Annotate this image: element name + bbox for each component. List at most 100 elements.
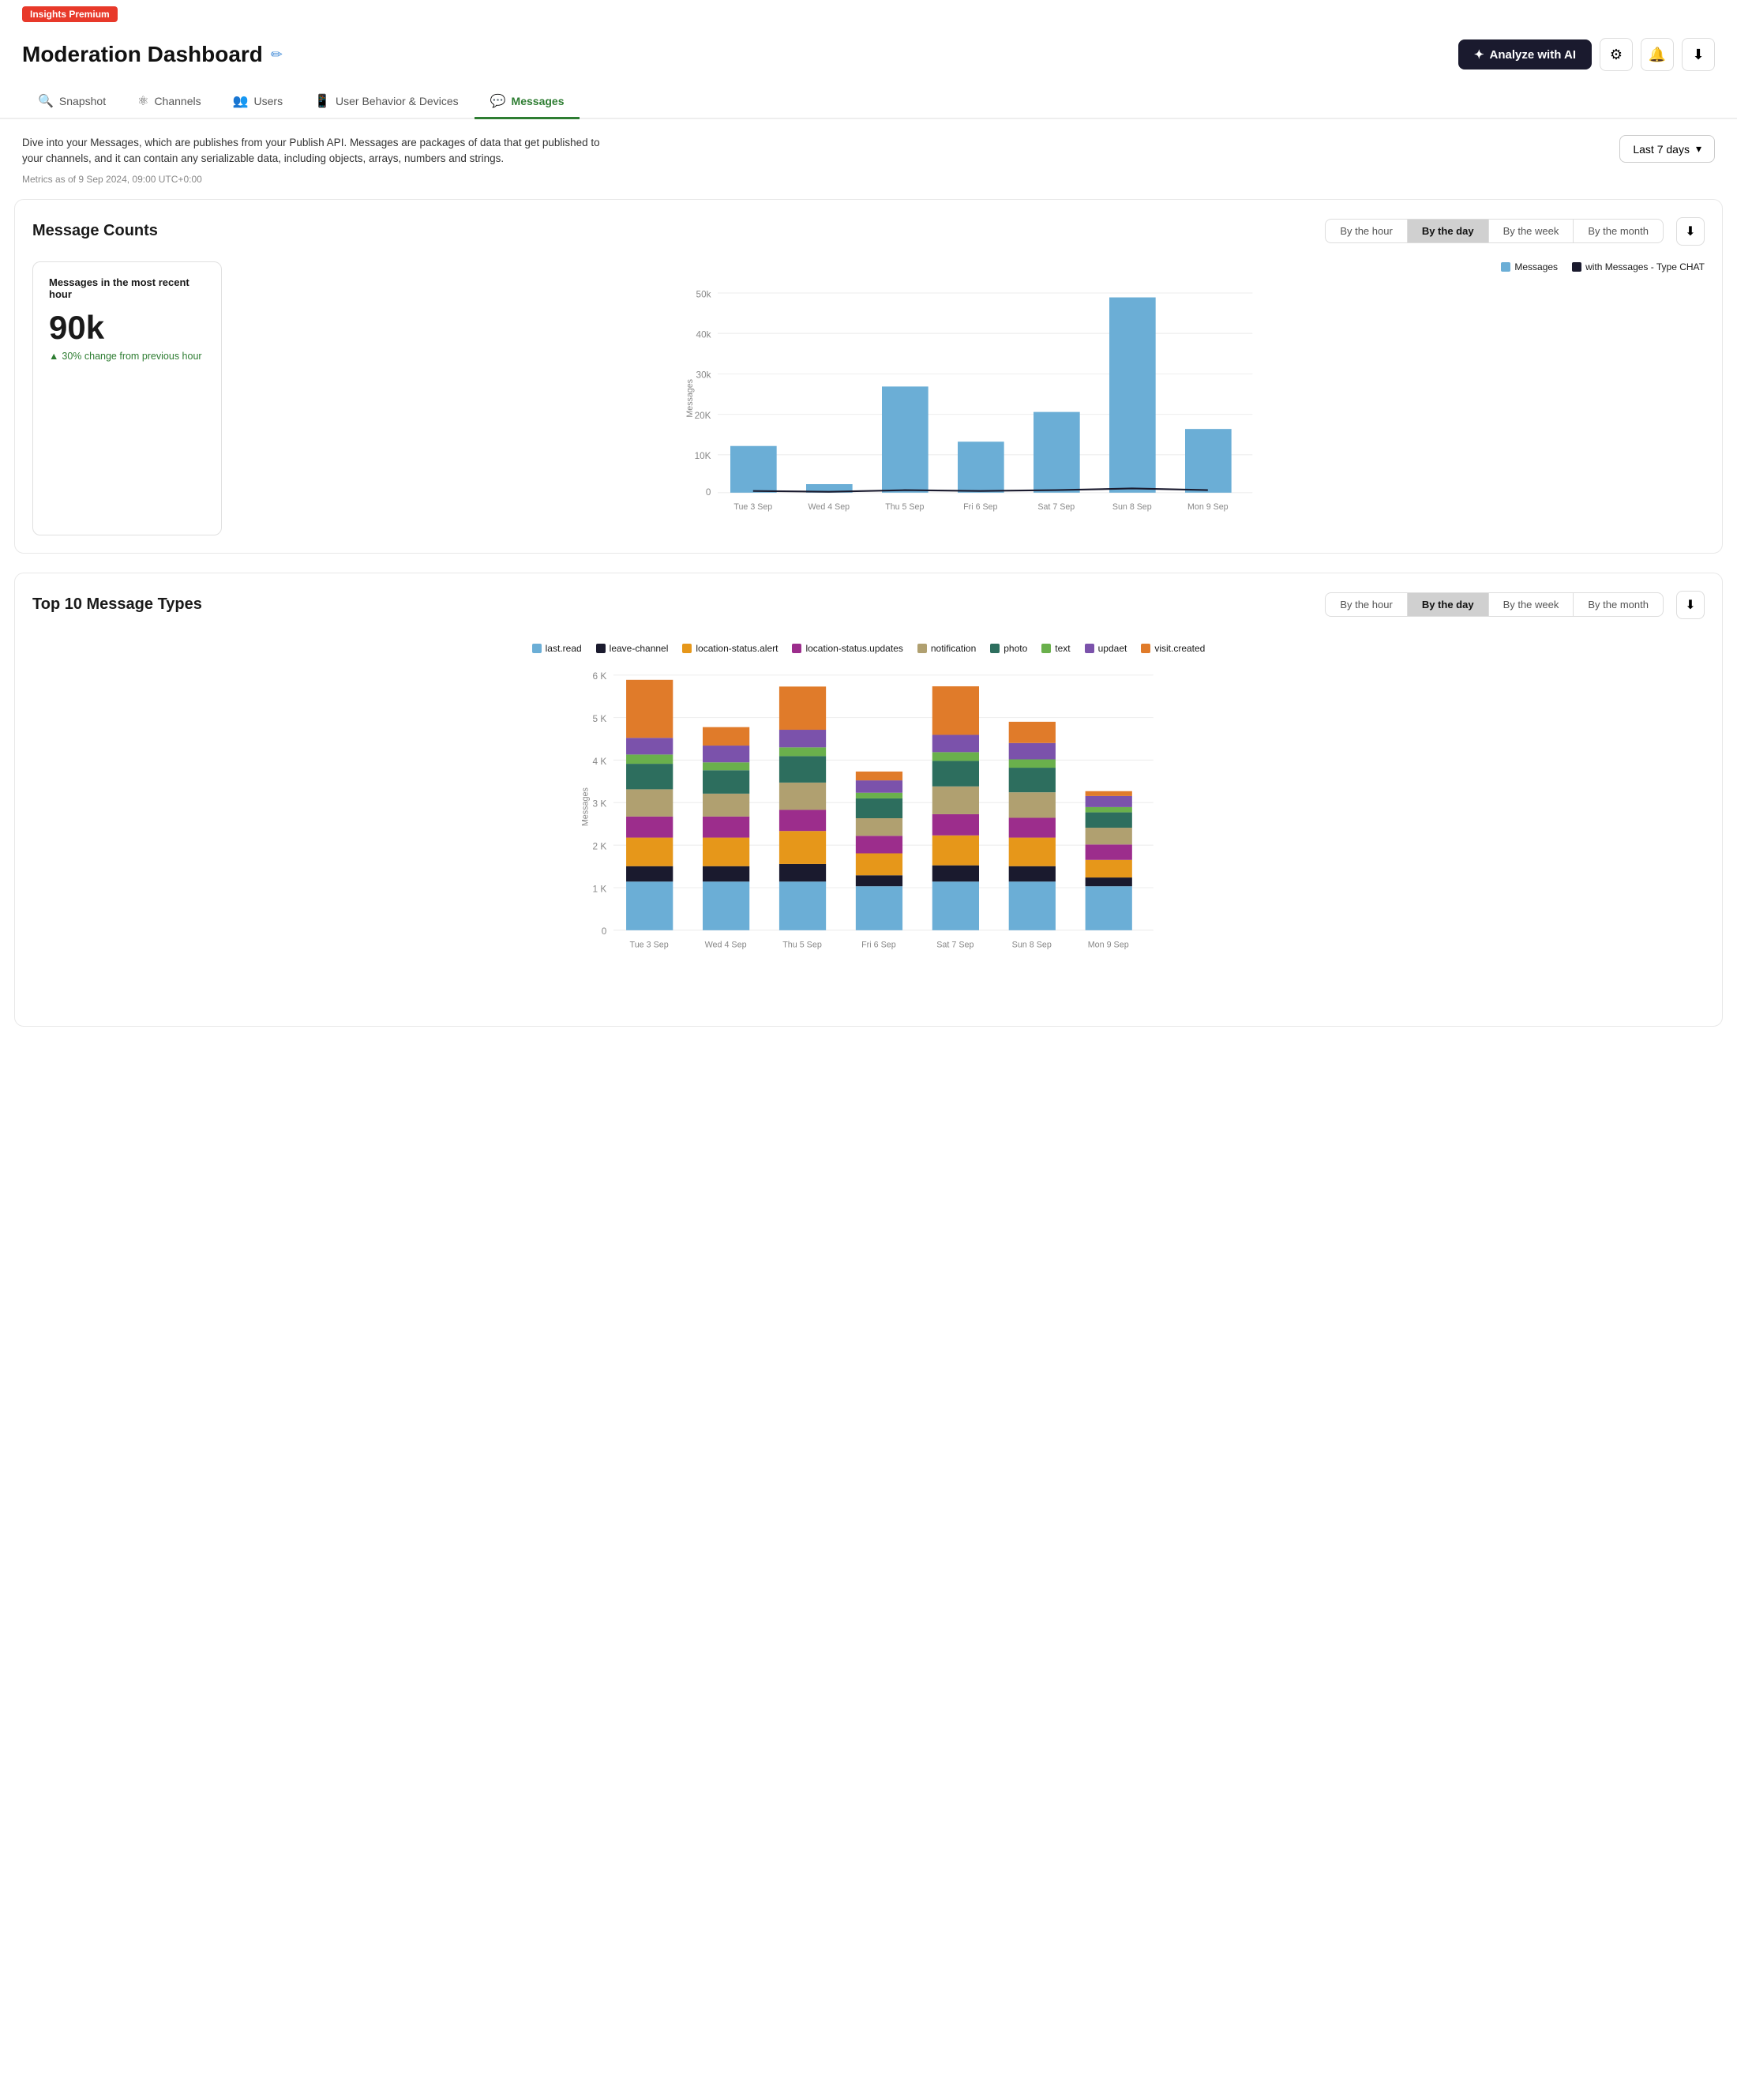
user-behavior-icon: 📱 <box>314 93 330 109</box>
svg-text:Messages: Messages <box>685 379 695 418</box>
svg-text:Fri 6 Sep: Fri 6 Sep <box>861 940 896 949</box>
message-counts-tab-group: By the hour By the day By the week By th… <box>1326 219 1664 243</box>
msg-tab-by-hour[interactable]: By the hour <box>1325 219 1408 243</box>
bar-tue <box>730 445 777 492</box>
stacked-chart: last.read leave-channel location-status.… <box>32 635 1705 1009</box>
bar-fri <box>958 441 1004 493</box>
svg-text:6 K: 6 K <box>593 671 607 682</box>
title-area: Moderation Dashboard ✏ <box>22 42 283 67</box>
message-counts-title: Message Counts <box>32 222 158 240</box>
legend-messages: Messages <box>1501 261 1558 272</box>
svg-text:40k: 40k <box>696 329 711 340</box>
description-text: Dive into your Messages, which are publi… <box>22 135 614 167</box>
message-counts-section: Message Counts By the hour By the day By… <box>14 199 1723 554</box>
chart-legend: Messages with Messages - Type CHAT <box>236 261 1705 272</box>
types-tab-by-hour[interactable]: By the hour <box>1325 592 1408 617</box>
tab-messages[interactable]: 💬 Messages <box>475 85 580 119</box>
settings-button[interactable]: ⚙ <box>1600 38 1633 71</box>
svg-text:0: 0 <box>602 926 607 937</box>
svg-text:4 K: 4 K <box>593 755 607 766</box>
tab-messages-label: Messages <box>512 95 565 107</box>
ai-icon: ✦ <box>1474 47 1484 62</box>
svg-text:Thu 5 Sep: Thu 5 Sep <box>885 502 924 512</box>
bar-chart-svg: 50k 40k 30k 20K 10K 0 Messages <box>236 280 1705 533</box>
messages-icon: 💬 <box>490 93 506 109</box>
stacked-legend: last.read leave-channel location-status.… <box>32 643 1705 654</box>
page-title: Moderation Dashboard <box>22 42 263 67</box>
legend-chat: with Messages - Type CHAT <box>1572 261 1705 272</box>
date-range-button[interactable]: Last 7 days ▾ <box>1619 135 1715 163</box>
message-counts-download[interactable]: ⬇ <box>1676 217 1705 246</box>
metrics-date: Metrics as of 9 Sep 2024, 09:00 UTC+0:00 <box>0 174 1737 199</box>
tab-channels[interactable]: ⚛ Channels <box>122 85 217 119</box>
svg-text:Thu 5 Sep: Thu 5 Sep <box>782 940 822 949</box>
top-types-tab-group: By the hour By the day By the week By th… <box>1326 592 1664 617</box>
nav-tabs: 🔍 Snapshot ⚛ Channels 👥 Users 📱 User Beh… <box>0 71 1737 119</box>
chevron-down-icon: ▾ <box>1696 142 1701 156</box>
msg-tab-by-week[interactable]: By the week <box>1488 219 1574 243</box>
tab-users[interactable]: 👥 Users <box>217 85 298 119</box>
svg-text:3 K: 3 K <box>593 798 607 809</box>
snapshot-icon: 🔍 <box>38 93 54 109</box>
svg-text:Sat 7 Sep: Sat 7 Sep <box>936 940 974 949</box>
svg-text:Sat 7 Sep: Sat 7 Sep <box>1037 502 1075 512</box>
stat-value: 90k <box>49 311 205 344</box>
svg-text:5 K: 5 K <box>593 713 607 724</box>
tab-snapshot[interactable]: 🔍 Snapshot <box>22 85 122 119</box>
svg-text:Wed 4 Sep: Wed 4 Sep <box>705 940 747 949</box>
legend-messages-label: Messages <box>1514 261 1558 272</box>
stat-box: Messages in the most recent hour 90k ▲ 3… <box>32 261 222 535</box>
users-icon: 👥 <box>233 93 249 109</box>
edit-icon[interactable]: ✏ <box>271 47 283 63</box>
svg-text:Tue 3 Sep: Tue 3 Sep <box>630 940 669 949</box>
msg-tab-by-month[interactable]: By the month <box>1573 219 1664 243</box>
download-button[interactable]: ⬇ <box>1682 38 1715 71</box>
legend-chat-dot <box>1572 262 1581 272</box>
svg-text:Tue 3 Sep: Tue 3 Sep <box>733 502 772 512</box>
top-types-download[interactable]: ⬇ <box>1676 591 1705 619</box>
bar-sun <box>1109 297 1156 492</box>
types-tab-by-week[interactable]: By the week <box>1488 592 1574 617</box>
stat-change: ▲ 30% change from previous hour <box>49 351 205 362</box>
msg-tab-by-day[interactable]: By the day <box>1407 219 1489 243</box>
tab-user-behavior-label: User Behavior & Devices <box>336 95 459 107</box>
tab-user-behavior[interactable]: 📱 User Behavior & Devices <box>298 85 475 119</box>
legend-chat-label: with Messages - Type CHAT <box>1585 261 1705 272</box>
svg-text:0: 0 <box>706 487 711 498</box>
bar-mon <box>1185 429 1232 493</box>
bar-sat <box>1034 411 1080 492</box>
premium-badge: Insights Premium <box>22 6 118 22</box>
svg-text:2 K: 2 K <box>593 840 607 851</box>
analyze-button[interactable]: ✦ Analyze with AI <box>1458 39 1592 69</box>
notifications-button[interactable]: 🔔 <box>1641 38 1674 71</box>
channels-icon: ⚛ <box>137 93 148 109</box>
analyze-label: Analyze with AI <box>1490 48 1576 62</box>
tab-channels-label: Channels <box>154 95 201 107</box>
svg-text:Sun 8 Sep: Sun 8 Sep <box>1012 940 1052 949</box>
top-types-title: Top 10 Message Types <box>32 595 202 614</box>
svg-text:1 K: 1 K <box>593 883 607 894</box>
stat-label: Messages in the most recent hour <box>49 276 205 300</box>
legend-messages-dot <box>1501 262 1510 272</box>
svg-text:30k: 30k <box>696 370 711 380</box>
arrow-up-icon: ▲ <box>49 351 58 362</box>
stacked-bar-chart-svg: 6 K 5 K 4 K 3 K 2 K 1 K 0 Messages <box>32 667 1705 998</box>
header-actions: ✦ Analyze with AI ⚙ 🔔 ⬇ <box>1458 38 1715 71</box>
tab-users-label: Users <box>254 95 283 107</box>
date-range-label: Last 7 days <box>1633 143 1690 156</box>
tab-snapshot-label: Snapshot <box>59 95 106 107</box>
svg-text:Wed 4 Sep: Wed 4 Sep <box>808 502 850 512</box>
svg-text:Mon 9 Sep: Mon 9 Sep <box>1187 502 1229 512</box>
message-counts-chart: Messages with Messages - Type CHAT 50k 4… <box>236 261 1705 535</box>
svg-text:Sun 8 Sep: Sun 8 Sep <box>1112 502 1152 512</box>
types-tab-by-day[interactable]: By the day <box>1407 592 1489 617</box>
svg-text:20K: 20K <box>695 410 711 420</box>
description-area: Dive into your Messages, which are publi… <box>0 119 1737 174</box>
top-message-types-section: Top 10 Message Types By the hour By the … <box>14 573 1723 1027</box>
svg-text:Messages: Messages <box>581 787 591 826</box>
svg-text:50k: 50k <box>696 289 711 299</box>
types-tab-by-month[interactable]: By the month <box>1573 592 1664 617</box>
svg-text:10K: 10K <box>695 451 711 461</box>
svg-text:Mon 9 Sep: Mon 9 Sep <box>1088 940 1129 949</box>
stat-change-text: 30% change from previous hour <box>62 351 201 362</box>
